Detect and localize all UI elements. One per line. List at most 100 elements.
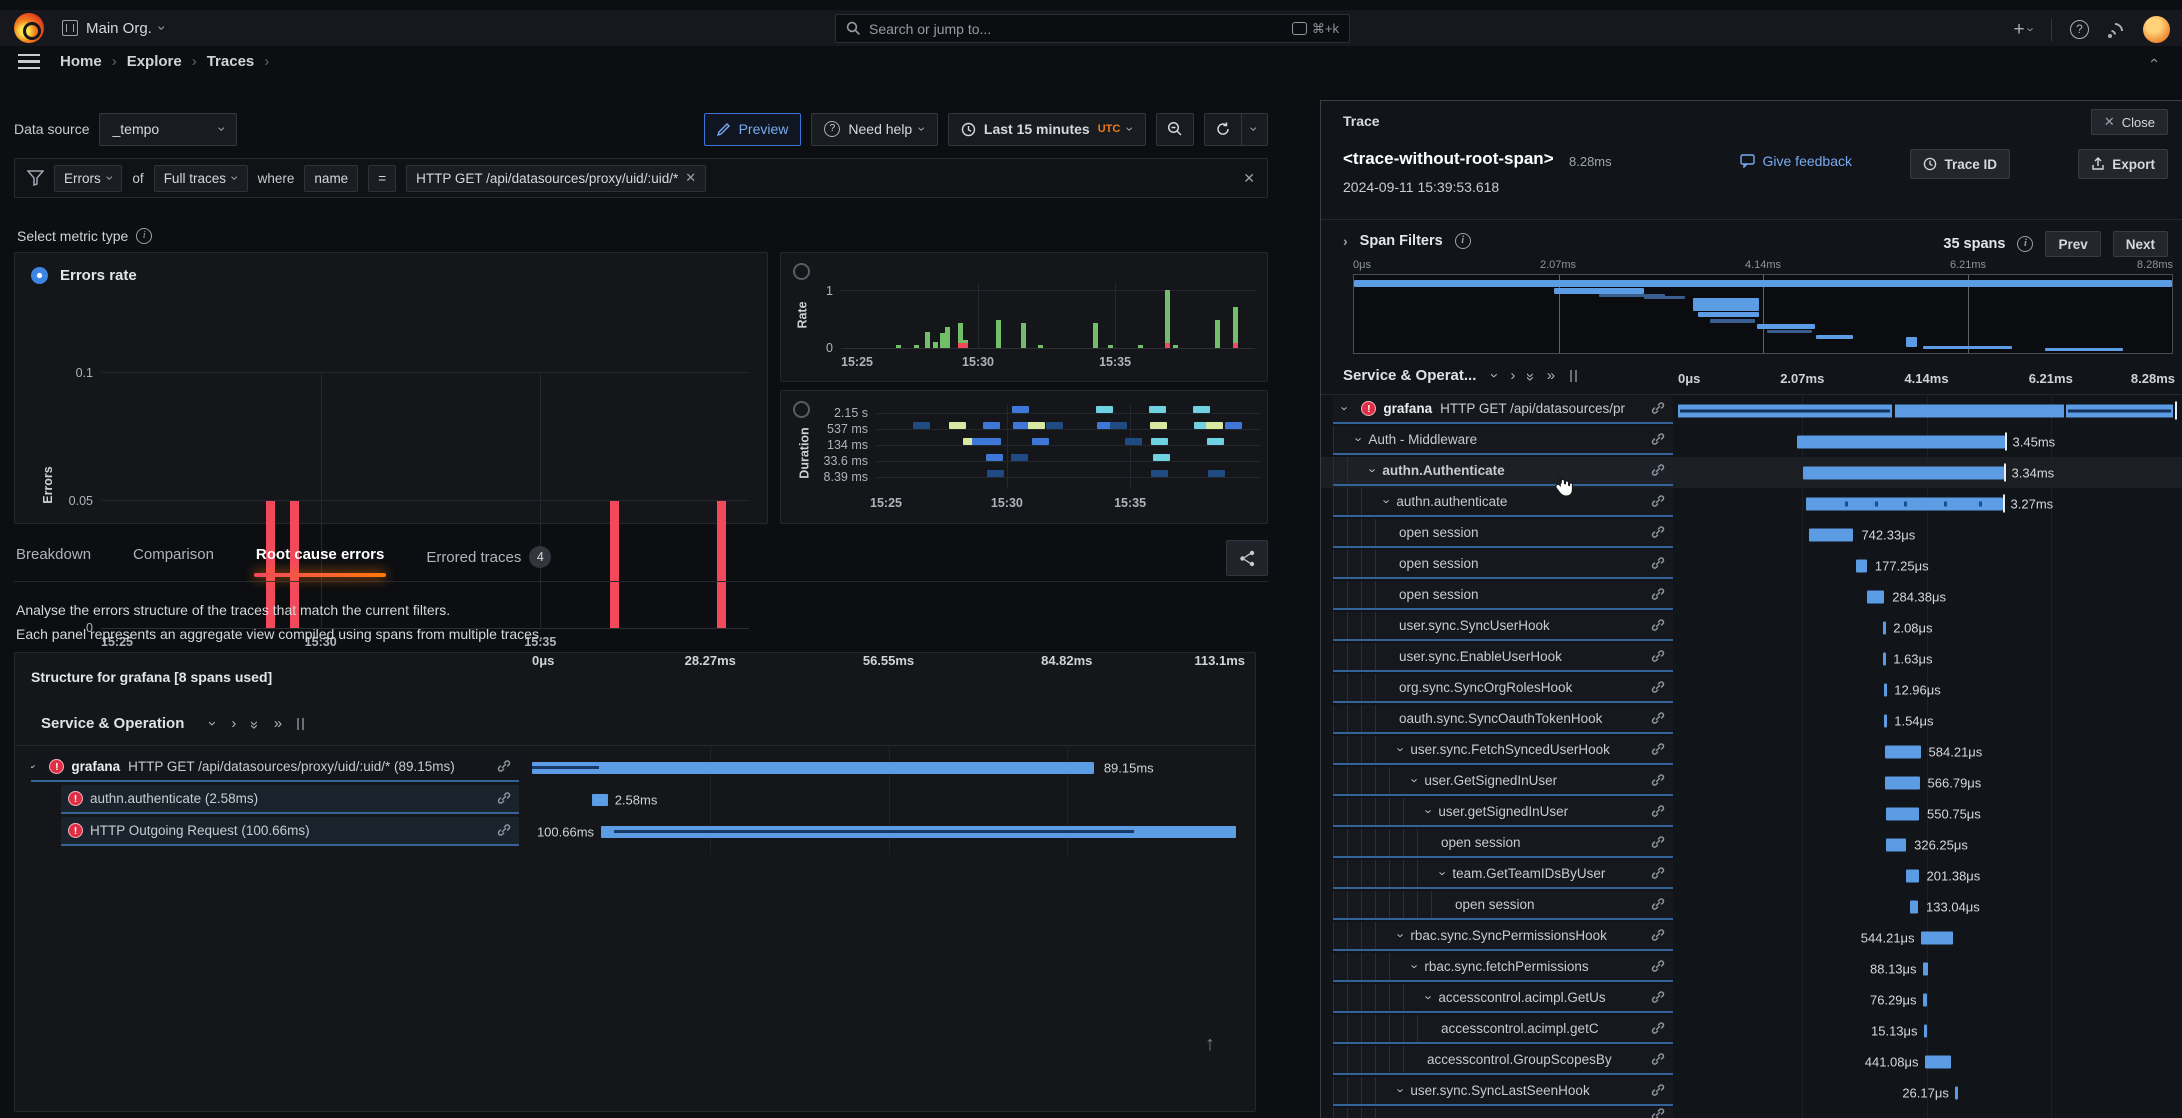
span-row[interactable]: › Auth - Middleware 3.45ms [1321, 426, 2182, 457]
link-icon[interactable] [1642, 710, 1673, 728]
span-row[interactable]: user.sync.EnableUserHook 1.63μs [1321, 643, 2182, 674]
link-icon[interactable] [1642, 927, 1673, 945]
span-name-cell[interactable] [1333, 1108, 1673, 1118]
errors-rate-radio[interactable] [31, 267, 48, 284]
info-icon[interactable]: i [1455, 233, 1471, 249]
span-name-cell[interactable]: › authn.Authenticate [1333, 457, 1673, 486]
filter-metric-select[interactable]: Errors› [54, 165, 122, 192]
span-bar[interactable] [1884, 714, 1887, 727]
span-name-cell[interactable]: › user.sync.FetchSyncedUserHook [1333, 736, 1673, 765]
span-bar[interactable] [1924, 1024, 1927, 1037]
remove-filter-icon[interactable]: ✕ [685, 170, 696, 186]
span-row[interactable]: accesscontrol.acimpl.getC 15.13μs [1321, 1015, 2182, 1046]
tab-errored-traces[interactable]: Errored traces4 [424, 540, 553, 580]
span-bar[interactable] [1955, 1086, 1958, 1099]
span-bar[interactable] [1910, 900, 1918, 913]
span-name-cell[interactable]: › rbac.sync.SyncPermissionsHook [1333, 922, 1673, 951]
span-row[interactable]: org.sync.SyncOrgRolesHook 12.96μs [1321, 674, 2182, 705]
chevron-down-icon[interactable]: › [1394, 1088, 1409, 1092]
clear-filters-icon[interactable]: ✕ [1243, 170, 1255, 187]
link-icon[interactable] [1642, 958, 1673, 976]
span-name-cell[interactable]: user.sync.SyncUserHook [1333, 612, 1673, 641]
link-icon[interactable] [1642, 617, 1673, 635]
span-bar[interactable] [1906, 869, 1918, 882]
trace-minimap[interactable] [1353, 274, 2173, 354]
time-range-picker[interactable]: Last 15 minutes UTC › [948, 113, 1146, 146]
prev-button[interactable]: Prev [2045, 231, 2100, 257]
filter-field[interactable]: name [304, 165, 358, 192]
span-bar[interactable] [1923, 993, 1927, 1006]
span-row[interactable] [1321, 1108, 2182, 1118]
menu-icon[interactable] [18, 54, 40, 69]
span-bar[interactable] [1809, 528, 1854, 541]
filter-operator[interactable]: = [368, 165, 396, 192]
chevron-down-icon[interactable]: › [1394, 933, 1409, 937]
link-icon[interactable] [1642, 524, 1673, 542]
chevron-down-icon[interactable]: › [1352, 437, 1367, 441]
breadcrumb-explore[interactable]: Explore [127, 53, 182, 70]
news-icon[interactable] [2107, 21, 2125, 39]
link-icon[interactable] [1642, 586, 1673, 604]
link-icon[interactable] [1642, 431, 1673, 449]
span-filters-toggle[interactable]: › Span Filters i [1343, 233, 1471, 249]
span-name-cell[interactable]: › Auth - Middleware [1333, 426, 1673, 455]
span-row[interactable]: › accesscontrol.acimpl.GetUs 76.29μs [1321, 984, 2182, 1015]
span-bar[interactable] [1884, 683, 1887, 696]
double-chevron-right-icon[interactable]: » [1547, 367, 1552, 384]
tab-root-cause-errors[interactable]: Root cause errors [254, 540, 386, 575]
chevron-right-icon[interactable]: › [231, 715, 236, 732]
span-name-cell[interactable]: › user.GetSignedInUser [1333, 767, 1673, 796]
span-row[interactable]: › user.getSignedInUser 550.75μs [1321, 798, 2182, 829]
breadcrumb-home[interactable]: Home [60, 53, 102, 70]
span-name-cell[interactable]: › authn.authenticate [1333, 488, 1673, 517]
give-feedback-link[interactable]: Give feedback [1740, 153, 1853, 169]
chevron-down-icon[interactable]: › [1436, 871, 1451, 875]
zoom-out-button[interactable] [1156, 113, 1194, 146]
chevron-down-icon[interactable]: › [1408, 964, 1423, 968]
column-resize-handle[interactable] [1570, 370, 1577, 382]
span-row[interactable]: › team.GetTeamIDsByUser 201.38μs [1321, 860, 2182, 891]
span-row[interactable]: open session 284.38μs [1321, 581, 2182, 612]
span-row[interactable]: › authn.Authenticate 3.34ms [1321, 457, 2182, 488]
span-bar[interactable] [1885, 776, 1919, 789]
errors-rate-panel[interactable]: Errors rate Errors 0.05 0.1 0 15:25 15:3… [14, 252, 768, 524]
span-name-cell[interactable]: open session [1333, 519, 1673, 548]
collapse-icon[interactable]: › [2145, 58, 2162, 63]
chevron-down-icon[interactable]: › [1366, 468, 1381, 472]
chevron-down-icon[interactable]: › [1380, 499, 1395, 503]
span-bar[interactable] [1856, 559, 1867, 572]
span-bar[interactable] [1885, 745, 1920, 758]
span-bar[interactable] [1923, 962, 1928, 975]
link-icon[interactable] [1642, 803, 1673, 821]
column-resize-handle[interactable] [297, 718, 304, 730]
datasource-picker[interactable]: _tempo› [99, 113, 237, 146]
span-name-cell[interactable]: user.sync.EnableUserHook [1333, 643, 1673, 672]
span-name-cell[interactable]: accesscontrol.acimpl.getC [1333, 1015, 1673, 1044]
link-icon[interactable] [1642, 834, 1673, 852]
span-name-cell[interactable]: open session [1333, 550, 1673, 579]
span-name-cell[interactable]: › accesscontrol.acimpl.GetUs [1333, 984, 1673, 1013]
span-name-cell[interactable]: accesscontrol.GroupScopesBy [1333, 1046, 1673, 1075]
link-icon[interactable] [1642, 741, 1673, 759]
span-row[interactable]: open session 133.04μs [1321, 891, 2182, 922]
chevron-down-icon[interactable]: › [1422, 809, 1437, 813]
rate-radio[interactable] [793, 263, 810, 280]
tab-comparison[interactable]: Comparison [131, 540, 216, 575]
tab-breakdown[interactable]: Breakdown [14, 540, 93, 575]
span-name-cell[interactable]: › team.GetTeamIDsByUser [1333, 860, 1673, 889]
refresh-button[interactable] [1204, 113, 1242, 146]
span-bar[interactable] [1921, 931, 1954, 944]
span-row[interactable]: › authn.authenticate 3.27ms [1321, 488, 2182, 519]
double-chevron-right-icon[interactable]: » [274, 715, 279, 732]
span-name-cell[interactable]: org.sync.SyncOrgRolesHook [1333, 674, 1673, 703]
span-name-cell[interactable]: open session [1333, 891, 1673, 920]
org-switcher[interactable]: Main Org. › [62, 20, 165, 37]
link-icon[interactable] [1642, 1108, 1673, 1118]
chevron-down-icon[interactable]: › [31, 764, 41, 768]
span-bar[interactable] [1886, 807, 1919, 820]
rate-panel[interactable]: Rate 1 0 15:25 15:30 15:35 [780, 252, 1268, 382]
span-name-cell[interactable]: open session [1333, 829, 1673, 858]
help-icon[interactable]: ? [2070, 20, 2089, 39]
span-bar[interactable] [1883, 621, 1886, 634]
search-input[interactable]: Search or jump to... ⌘+k [835, 14, 1350, 43]
